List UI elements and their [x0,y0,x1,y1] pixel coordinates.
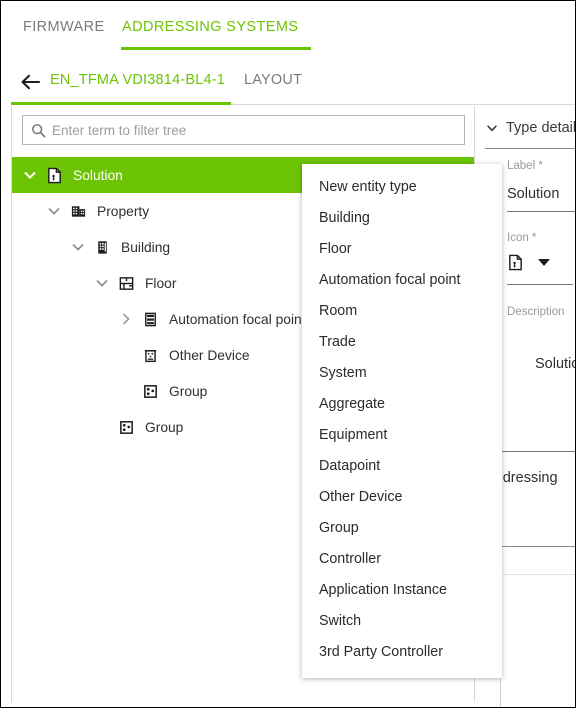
menu-item-equipment[interactable]: Equipment [302,420,502,451]
tree-item-label: Group [145,419,184,435]
tree-item-label: Building [121,239,171,255]
panel-divider-3 [503,574,575,575]
tree-item-label: Group [169,383,208,399]
tree-item-label: Solution [73,167,123,183]
building-icon [94,239,111,256]
menu-item-aggregate[interactable]: Aggregate [302,389,502,420]
floor-icon [118,275,135,292]
chevron-down-icon[interactable] [46,203,62,219]
menu-item-trade[interactable]: Trade [302,327,502,358]
group-icon [142,383,159,400]
chevron-down-icon[interactable] [22,167,38,183]
menu-item-system[interactable]: System [302,358,502,389]
document-icon [46,167,63,184]
icon-field-selector[interactable] [507,254,550,271]
caret-down-icon[interactable] [538,259,550,266]
label-field-underline [507,211,575,212]
arrow-left-icon[interactable] [19,71,41,93]
menu-item-room[interactable]: Room [302,296,502,327]
tree-filter-box[interactable] [22,115,465,145]
menu-item-controller[interactable]: Controller [302,544,502,575]
breadcrumb-divider [231,104,575,105]
active-tab-indicator [121,47,311,50]
menu-item-new-entity-type[interactable]: New entity type [302,172,502,203]
chevron-down-icon[interactable] [70,239,86,255]
label-field-label: Label * [507,160,543,172]
automation-icon [142,311,159,328]
icon-field-underline [507,284,573,285]
menu-item-datapoint[interactable]: Datapoint [302,451,502,482]
label-field-value[interactable]: Solution [507,186,559,202]
device-icon [142,347,159,364]
menu-item-building[interactable]: Building [302,203,502,234]
breadcrumb-item-layout[interactable]: LAYOUT [244,72,302,88]
description-field-underline [499,451,575,452]
menu-item-switch[interactable]: Switch [302,606,502,637]
breadcrumb-item-solution[interactable]: EN_TFMA VDI3814-BL4-1 [50,72,225,88]
entity-type-menu: New entity type Building Floor Automatio… [302,164,502,678]
tab-addressing-systems[interactable]: ADDRESSING SYSTEMS [122,19,298,35]
icon-field-label: Icon * [507,232,537,244]
menu-item-other-device[interactable]: Other Device [302,482,502,513]
menu-item-group[interactable]: Group [302,513,502,544]
chevron-right-icon[interactable] [118,311,134,327]
property-icon [70,203,87,220]
breadcrumb: EN_TFMA VDI3814-BL4-1 LAYOUT [1,61,575,103]
tree-item-label: Property [97,203,150,219]
chevron-down-icon[interactable] [485,121,499,135]
tab-firmware[interactable]: FIRMWARE [23,19,105,35]
panel-divider [485,148,575,149]
search-input[interactable] [52,122,464,138]
menu-item-automation-focal-point[interactable]: Automation focal point [302,265,502,296]
menu-item-3rd-party-controller[interactable]: 3rd Party Controller [302,637,502,668]
tree-item-label: Other Device [169,347,250,363]
description-field-label: Description [507,306,565,318]
panel-title: Type details [506,120,576,136]
type-details-header[interactable]: Type details [485,114,576,142]
chevron-down-icon[interactable] [94,275,110,291]
search-icon [31,123,46,138]
tree-item-label: Floor [145,275,177,291]
document-icon [507,254,524,271]
application-window: FIRMWARE ADDRESSING SYSTEMS EN_TFMA VDI3… [0,0,576,708]
menu-item-floor[interactable]: Floor [302,234,502,265]
menu-item-application-instance[interactable]: Application Instance [302,575,502,606]
breadcrumb-active-indicator [11,102,231,105]
top-tab-bar: FIRMWARE ADDRESSING SYSTEMS [1,1,575,50]
tree-item-label: Automation focal point [169,311,306,327]
description-field-value[interactable]: Solution [535,356,575,372]
group-icon [118,419,135,436]
